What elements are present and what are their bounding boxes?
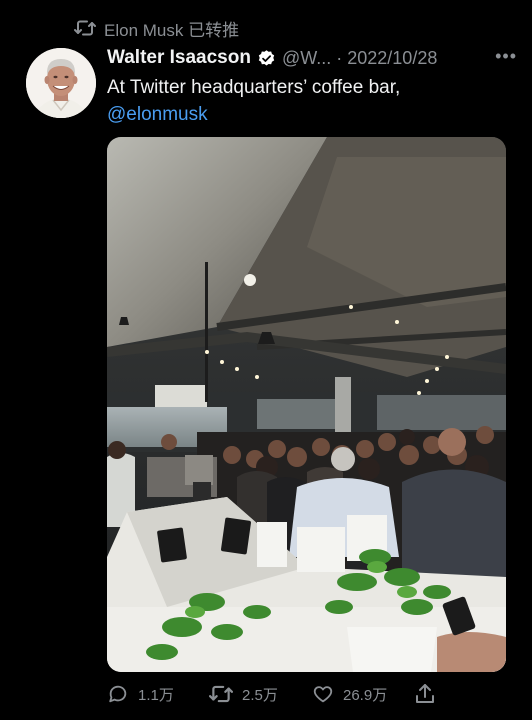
avatar[interactable] — [26, 48, 96, 118]
tweet-date[interactable]: 2022/10/28 — [347, 48, 437, 69]
retweet-icon — [74, 18, 96, 38]
like-count: 26.9万 — [343, 686, 388, 704]
tweet-body: At Twitter headquarters’ coffee bar, — [107, 77, 401, 98]
retweet-context[interactable]: Elon Musk 已转推 — [74, 16, 239, 40]
photo-image[interactable] — [107, 137, 506, 672]
share-icon — [415, 683, 435, 705]
tweet-header: Walter Isaacson @W... · 2022/10/28 ••• — [107, 44, 517, 72]
like-button[interactable]: 26.9万 — [312, 680, 387, 708]
tweet-text: At Twitter headquarters’ coffee bar, @el… — [107, 74, 507, 128]
heart-icon — [312, 683, 334, 705]
reply-button[interactable]: 1.1万 — [107, 680, 174, 708]
tweet-actions: 1.1万 2.5万 26.9万 — [107, 680, 447, 708]
reply-icon — [107, 683, 129, 705]
author-name[interactable]: Walter Isaacson — [107, 47, 251, 69]
mention-link[interactable]: @elonmusk — [107, 101, 507, 128]
reply-count: 1.1万 — [138, 686, 174, 704]
author-handle[interactable]: @W... — [282, 48, 331, 69]
retweet-count: 2.5万 — [242, 686, 278, 704]
more-options-icon[interactable]: ••• — [495, 46, 517, 67]
tweet-view: Elon Musk 已转推 Walter Isaacson @W... · 20… — [0, 0, 532, 720]
retweet-button[interactable]: 2.5万 — [209, 680, 278, 708]
retweet-context-label: Elon Musk 已转推 — [104, 20, 240, 40]
verified-badge-icon — [257, 49, 276, 68]
retweet-icon — [209, 683, 233, 705]
share-button[interactable] — [415, 680, 435, 708]
separator-dot: · — [336, 47, 343, 68]
